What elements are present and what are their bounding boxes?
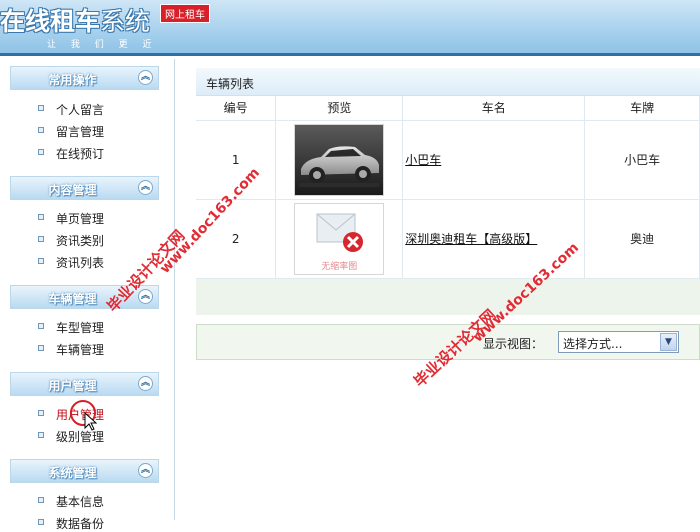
sidebar-item-label: 数据备份 (56, 517, 105, 531)
online-rental-badge: 网上租车 (160, 4, 210, 23)
bullet-icon (38, 345, 44, 351)
group-title: 系统管理 (48, 466, 97, 480)
chevron-up-icon[interactable]: ︽ (138, 376, 153, 391)
slogan: 让 我 们 更 近 (47, 40, 158, 50)
sidebar-group-common[interactable]: 常用操作 ︽ (10, 66, 159, 90)
cell-name: 小巴车 (402, 120, 586, 200)
group-title: 内容管理 (48, 183, 97, 197)
sidebar-item-label: 资讯类别 (56, 234, 105, 248)
cell-plate: 小巴车 (584, 120, 700, 200)
bullet-icon (38, 149, 44, 155)
sidebar-item-label: 车型管理 (56, 321, 105, 335)
view-select-value: 选择方式... (563, 337, 623, 351)
bullet-icon (38, 127, 44, 133)
sidebar-item-label: 留言管理 (56, 125, 105, 139)
group-title: 常用操作 (48, 73, 97, 87)
bullet-icon (38, 105, 44, 111)
table-header-row: 编号 预览 车名 车牌 (196, 96, 700, 121)
vehicle-name-link[interactable]: 小巴车 (405, 153, 441, 167)
table-row: 1 小巴车 小巴车 (196, 120, 700, 200)
chevron-up-icon[interactable]: ︽ (138, 180, 153, 195)
logo-subtitle: 系统 (100, 7, 151, 36)
column-header-preview: 预览 (275, 96, 404, 121)
bullet-icon (38, 214, 44, 220)
column-header-id: 编号 (196, 96, 277, 121)
vehicle-name-link[interactable]: 深圳奥迪租车【高级版】 (405, 232, 537, 246)
cell-preview (275, 120, 404, 200)
sidebar-item-label: 个人留言 (56, 103, 105, 117)
group-title: 用户管理 (48, 379, 97, 393)
column-header-plate: 车牌 (584, 96, 700, 121)
bullet-icon (38, 497, 44, 503)
app-logo: 在线租车系统 (0, 2, 150, 38)
view-label: 显示视图： (483, 337, 544, 351)
car-photo-thumbnail[interactable] (294, 123, 385, 196)
chevron-up-icon[interactable]: ︽ (138, 70, 153, 85)
bullet-icon (38, 410, 44, 416)
sidebar-group-users[interactable]: 用户管理 ︽ (10, 372, 159, 396)
sidebar-item-label: 基本信息 (56, 495, 105, 509)
chevron-up-icon[interactable]: ︽ (138, 463, 153, 478)
table-footer (196, 279, 700, 315)
logo-title: 在线租车 (0, 7, 101, 36)
car-icon (295, 124, 384, 195)
bullet-icon (38, 258, 44, 264)
envelope-error-icon (316, 213, 364, 252)
chevron-down-icon[interactable]: ▼ (660, 333, 677, 351)
bullet-icon (38, 323, 44, 329)
no-image-thumbnail[interactable]: 无缩率图 (294, 202, 385, 275)
mouse-pointer-icon (84, 412, 98, 431)
sidebar-group-content[interactable]: 内容管理 ︽ (10, 176, 159, 200)
cell-plate: 奥迪 (584, 199, 700, 279)
bullet-icon (38, 236, 44, 242)
sidebar-item-label: 单页管理 (56, 212, 105, 226)
panel-title: 车辆列表 (206, 77, 255, 91)
cell-preview: 无缩率图 (275, 199, 404, 279)
sidebar-item-label: 资讯列表 (56, 256, 105, 270)
app-header: 在线租车系统 网上租车 让 我 们 更 近 (0, 0, 700, 56)
no-image-text: 无缩率图 (321, 261, 358, 272)
sidebar-group-system[interactable]: 系统管理 ︽ (10, 459, 159, 483)
sidebar-item-label: 在线预订 (56, 147, 105, 161)
sidebar-item-label: 车辆管理 (56, 343, 105, 357)
bullet-icon (38, 432, 44, 438)
vehicle-list-header: 车辆列表 (196, 68, 700, 96)
view-select[interactable]: 选择方式... ▼ (558, 331, 679, 353)
table-row: 2 无缩率图 深圳奥迪租车【高级版】 奥迪 (196, 199, 700, 279)
vehicle-table: 编号 预览 车名 车牌 1 小巴车 小巴车 2 无缩率图 深圳奥迪租车【高级版】… (196, 96, 700, 279)
sidebar: 常用操作 ︽ 个人留言 留言管理 在线预订 内容管理 ︽ 单页管理 资讯类别 资… (0, 59, 175, 531)
column-header-name: 车名 (402, 96, 586, 121)
